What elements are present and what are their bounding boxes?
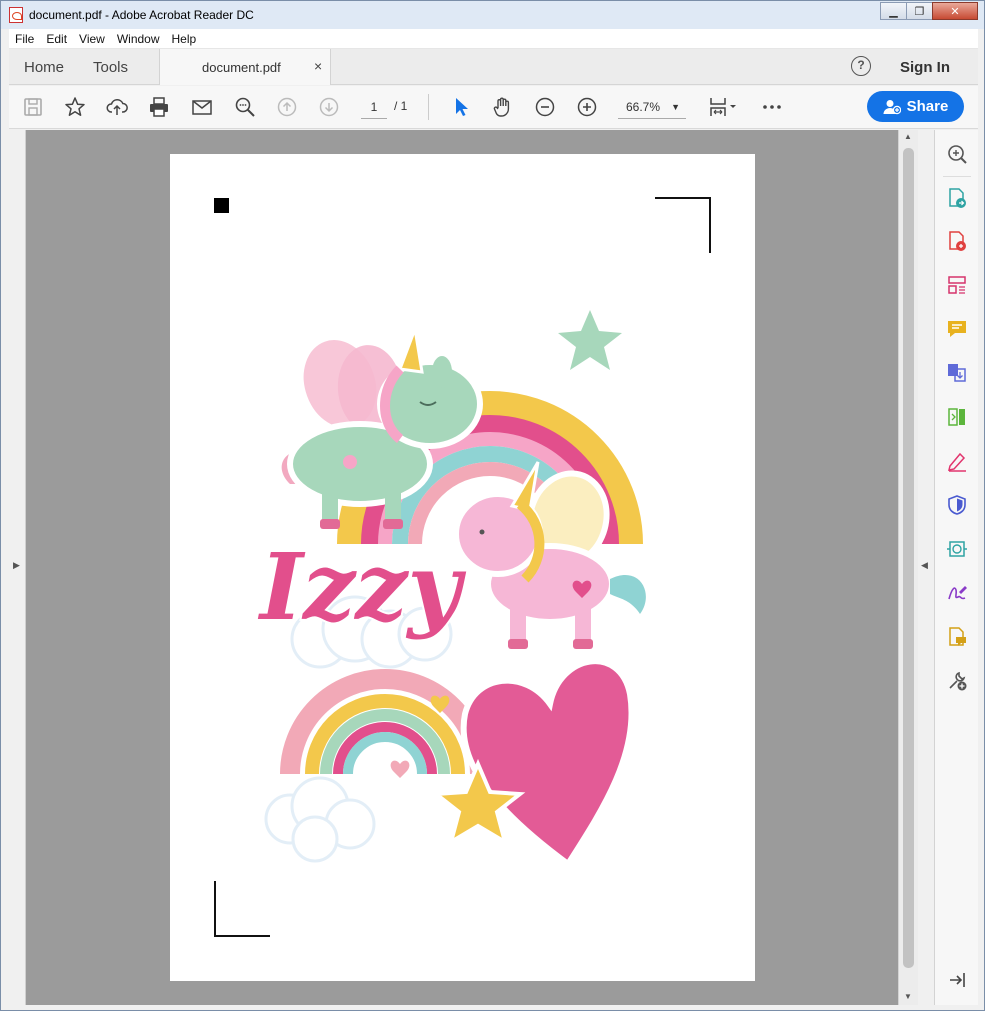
- panel-divider: [943, 176, 971, 177]
- window-controls: ▁ ❐ ✕: [880, 2, 978, 20]
- comment-icon[interactable]: [945, 317, 969, 341]
- collapse-right-pane-icon[interactable]: ◀: [921, 560, 928, 571]
- small-rainbow: [280, 669, 490, 775]
- menu-view[interactable]: View: [73, 32, 111, 46]
- upload-cloud-icon[interactable]: [105, 95, 129, 119]
- scroll-up-icon[interactable]: ▲: [904, 132, 912, 141]
- zoom-out-icon[interactable]: [533, 95, 557, 119]
- menu-bar: File Edit View Window Help: [9, 29, 978, 49]
- crop-mark-bottom-left: [214, 881, 270, 937]
- add-person-icon: [883, 99, 901, 114]
- help-icon[interactable]: ?: [851, 56, 871, 76]
- crop-mark-top-right: [655, 197, 711, 253]
- page-count: / 1: [394, 99, 408, 113]
- zoom-level-select[interactable]: 66.7% ▼: [618, 97, 686, 119]
- unicorn-rainbow-illustration: Izzy: [255, 300, 686, 869]
- tab-bar: Home Tools document.pdf × ? Sign In: [9, 49, 978, 85]
- tab-tools[interactable]: Tools: [93, 59, 128, 76]
- pdf-file-icon: [9, 7, 23, 23]
- bookmark-star-icon[interactable]: [63, 95, 87, 119]
- menu-window[interactable]: Window: [111, 32, 166, 46]
- tab-home[interactable]: Home: [24, 59, 64, 76]
- toolbar: 1 / 1 66.7% ▼ Share: [9, 86, 978, 129]
- compress-icon[interactable]: [945, 405, 969, 429]
- zoom-in-icon[interactable]: [575, 95, 599, 119]
- hand-tool-icon[interactable]: [491, 95, 515, 119]
- chevron-down-icon: ▼: [671, 102, 680, 112]
- menu-file[interactable]: File: [9, 32, 40, 46]
- more-tools-icon[interactable]: [945, 669, 969, 693]
- izzy-lettering: Izzy: [257, 533, 467, 641]
- previous-page-icon[interactable]: [275, 95, 299, 119]
- zoom-search-icon[interactable]: [945, 142, 969, 166]
- left-nav-pane[interactable]: ▶: [9, 130, 26, 1005]
- page-number-input[interactable]: 1: [361, 97, 387, 119]
- tools-pane: [934, 130, 978, 1005]
- registration-mark: [214, 198, 229, 213]
- share-label: Share: [906, 98, 949, 115]
- small-heart: [390, 760, 410, 778]
- scroll-down-icon[interactable]: ▼: [904, 992, 912, 1001]
- save-icon[interactable]: [21, 95, 45, 119]
- send-for-review-icon[interactable]: [945, 537, 969, 561]
- find-zoom-icon[interactable]: [233, 95, 257, 119]
- vertical-scrollbar[interactable]: ▲ ▼: [898, 130, 918, 1005]
- fill-sign-icon[interactable]: [945, 449, 969, 473]
- protect-icon[interactable]: [945, 493, 969, 517]
- title-bar: document.pdf - Adobe Acrobat Reader DC ▁…: [1, 1, 984, 29]
- email-icon[interactable]: [190, 95, 214, 119]
- zoom-level-value: 66.7%: [626, 100, 661, 114]
- export-pdf-icon[interactable]: [945, 186, 969, 210]
- organize-pages-icon[interactable]: [945, 273, 969, 297]
- sign-icon[interactable]: [945, 581, 969, 605]
- combine-files-icon[interactable]: [945, 361, 969, 385]
- document-viewer[interactable]: Izzy: [26, 130, 898, 1005]
- toolbar-divider: [428, 94, 429, 120]
- send-comments-icon[interactable]: [945, 625, 969, 649]
- create-pdf-icon[interactable]: [945, 229, 969, 253]
- print-icon[interactable]: [147, 95, 171, 119]
- window-title: document.pdf - Adobe Acrobat Reader DC: [29, 8, 254, 22]
- more-options-icon[interactable]: [760, 95, 784, 119]
- menu-edit[interactable]: Edit: [40, 32, 73, 46]
- page-fit-icon[interactable]: [706, 95, 740, 119]
- sign-in-link[interactable]: Sign In: [900, 59, 950, 76]
- select-cursor-icon[interactable]: [449, 95, 473, 119]
- share-button[interactable]: Share: [867, 91, 964, 122]
- next-page-icon[interactable]: [317, 95, 341, 119]
- collapse-panel-icon[interactable]: [945, 968, 969, 992]
- restore-button[interactable]: ❐: [906, 2, 933, 20]
- pdf-page: Izzy: [170, 154, 755, 981]
- scrollbar-thumb[interactable]: [903, 148, 914, 968]
- close-window-button[interactable]: ✕: [932, 2, 978, 20]
- tab-document[interactable]: document.pdf ×: [159, 49, 331, 85]
- expand-left-pane-icon[interactable]: ▶: [13, 560, 20, 571]
- right-pane-toggle[interactable]: ◀: [918, 130, 934, 1005]
- close-tab-icon[interactable]: ×: [314, 58, 322, 74]
- minimize-button[interactable]: ▁: [880, 2, 907, 20]
- document-tab-label: document.pdf: [202, 60, 281, 75]
- acrobat-window: document.pdf - Adobe Acrobat Reader DC ▁…: [0, 0, 985, 1011]
- menu-help[interactable]: Help: [166, 32, 203, 46]
